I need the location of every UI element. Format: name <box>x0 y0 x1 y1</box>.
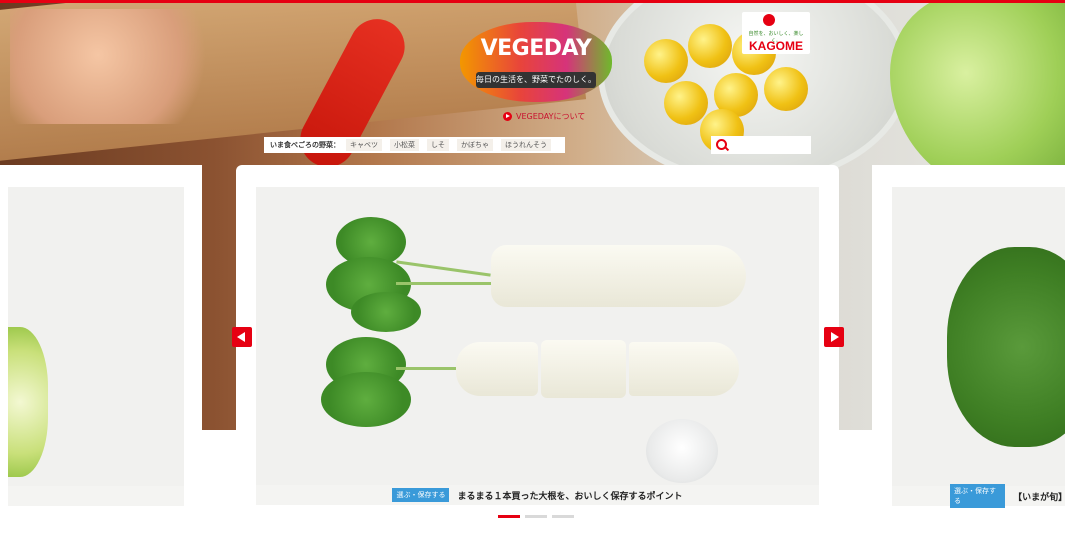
card-caption[interactable]: 選ぶ・保存する 【いまが旬】 <box>892 484 1065 508</box>
carousel-card-next[interactable]: 選ぶ・保存する 【いまが旬】 <box>872 165 1065 508</box>
seasonal-item-cabbage[interactable]: キャベツ <box>346 139 382 151</box>
tomato-image <box>664 81 708 125</box>
about-link-label: VEGEDAYについて <box>516 112 586 121</box>
seasonal-item-kabocha[interactable]: かぼちゃ <box>457 139 493 151</box>
card-caption[interactable] <box>8 486 184 506</box>
about-link[interactable]: VEGEDAYについて <box>503 111 585 122</box>
pager-dot-2[interactable] <box>525 515 547 518</box>
play-circle-icon <box>503 112 512 121</box>
greens-image <box>947 247 1065 447</box>
search-box[interactable] <box>711 136 811 154</box>
hand-image <box>10 9 230 124</box>
seasonal-vegetables-bar: いま食べごろの野菜： キャベツ 小松菜 しそ かぼちゃ ほうれんそう <box>264 137 565 153</box>
logo-title: VEGEDAY <box>480 36 592 61</box>
pager-dot-3[interactable] <box>552 515 574 518</box>
tomato-image <box>764 67 808 111</box>
radish-stem <box>396 260 491 277</box>
pager-dot-1[interactable] <box>498 515 520 518</box>
carousel-card-current[interactable]: 選ぶ・保存する まるまる１本買った大根を、おいしく保存するポイント <box>236 165 839 508</box>
tomato-icon <box>763 14 775 26</box>
card-image[interactable] <box>256 187 819 485</box>
carousel-card-previous[interactable] <box>0 165 202 508</box>
daikon-radish-piece <box>456 342 538 396</box>
card-title: 【いまが旬】 <box>1013 492 1065 503</box>
radish-stem <box>396 282 491 285</box>
vegeday-logo[interactable]: VEGEDAY 毎日の生活を、野菜でたのしく。 <box>460 22 612 102</box>
tomato-image <box>688 24 732 68</box>
tomato-image <box>644 39 688 83</box>
category-badge: 選ぶ・保存する <box>392 488 450 502</box>
daikon-radish-piece <box>541 340 626 398</box>
search-input[interactable] <box>729 137 811 153</box>
kagome-logo[interactable]: 自然を、おいしく、楽しく。 KAGOME <box>742 12 810 54</box>
logo-tagline: 毎日の生活を、野菜でたのしく。 <box>476 72 596 88</box>
kagome-name: KAGOME <box>749 39 803 53</box>
search-icon[interactable] <box>716 139 727 150</box>
cabbage-image <box>8 327 48 477</box>
card-caption[interactable]: 選ぶ・保存する まるまる１本買った大根を、おいしく保存するポイント <box>256 485 819 505</box>
carousel-next-button[interactable] <box>824 327 844 347</box>
card-image[interactable] <box>8 187 184 486</box>
seasonal-item-komatsuna[interactable]: 小松菜 <box>390 139 419 151</box>
radish-leaf <box>321 372 411 427</box>
radish-leaf <box>351 292 421 332</box>
card-image[interactable] <box>892 187 1065 486</box>
category-badge: 選ぶ・保存する <box>950 484 1006 508</box>
cup-image <box>646 419 718 483</box>
carousel-pager <box>498 515 574 518</box>
seasonal-item-spinach[interactable]: ほうれんそう <box>501 139 551 151</box>
carousel-prev-button[interactable] <box>232 327 252 347</box>
daikon-radish-piece <box>629 342 739 396</box>
card-title: まるまる１本買った大根を、おいしく保存するポイント <box>457 491 683 502</box>
seasonal-label: いま食べごろの野菜： <box>270 141 340 149</box>
seasonal-item-shiso[interactable]: しそ <box>427 139 449 151</box>
daikon-radish-whole <box>491 245 746 307</box>
radish-stem <box>396 367 456 370</box>
